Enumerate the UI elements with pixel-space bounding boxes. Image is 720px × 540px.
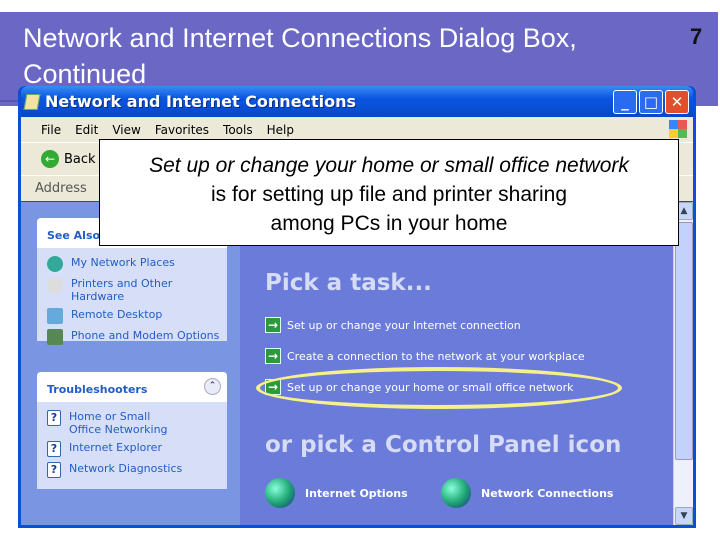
link-label: Home or Small Office Networking [69, 410, 168, 436]
network-globe-icon [47, 256, 63, 272]
task-label: Create a connection to the network at yo… [287, 349, 585, 363]
link-label: Internet Explorer [69, 441, 162, 454]
link-network-diagnostics[interactable]: ? Network Diagnostics [37, 462, 227, 478]
green-arrow-icon: → [265, 348, 281, 364]
link-my-network-places[interactable]: My Network Places [37, 256, 227, 272]
help-icon: ? [47, 410, 61, 426]
main-pane: Pick a task... → Set up or change your In… [265, 202, 665, 525]
task-workplace-connection[interactable]: → Create a connection to the network at y… [265, 348, 585, 364]
icon-label: Internet Options [305, 486, 408, 500]
link-label: My Network Places [71, 256, 175, 269]
callout-line-2: is for setting up file and printer shari… [210, 183, 568, 206]
link-internet-explorer[interactable]: ? Internet Explorer [37, 441, 227, 457]
vertical-scrollbar[interactable]: ▲ ▼ [673, 202, 693, 525]
task-label: Set up or change your Internet connectio… [287, 318, 521, 332]
help-icon: ? [47, 441, 61, 457]
internet-options-icon [265, 478, 295, 508]
callout-line-1: Set up or change your home or small offi… [149, 154, 629, 177]
link-home-networking[interactable]: ? Home or Small Office Networking [37, 410, 227, 436]
troubleshooters-box: Troubleshooters ⌃ ? Home or Small Office … [37, 372, 227, 489]
link-label: Phone and Modem Options [71, 329, 220, 342]
icon-network-connections[interactable]: Network Connections [441, 478, 613, 508]
scroll-thumb[interactable] [675, 222, 693, 460]
callout-line-3: among PCs in your home [270, 212, 508, 235]
icon-label: Network Connections [481, 486, 614, 500]
content-area: See Also My Network Places Printers and … [21, 202, 693, 525]
pick-icon-heading: or pick a Control Panel icon [265, 432, 622, 458]
pick-task-heading: Pick a task... [265, 270, 432, 296]
page-number: 7 [690, 24, 703, 49]
link-label: Network Diagnostics [69, 462, 183, 475]
help-icon: ? [47, 462, 61, 478]
link-label: Remote Desktop [71, 308, 163, 321]
printer-icon [47, 277, 63, 293]
troubleshooters-title: Troubleshooters [37, 372, 227, 402]
callout-box: Set up or change your home or small offi… [99, 139, 679, 246]
slide-title: Network and Internet Connections Dialog … [23, 23, 577, 89]
green-arrow-icon: → [265, 317, 281, 333]
highlight-ellipse [256, 367, 622, 409]
icon-internet-options[interactable]: Internet Options [265, 478, 408, 508]
network-connections-icon [441, 478, 471, 508]
scroll-down-button[interactable]: ▼ [675, 507, 693, 525]
link-remote-desktop[interactable]: Remote Desktop [37, 308, 227, 324]
link-phone-modem[interactable]: Phone and Modem Options [37, 329, 227, 345]
link-label: Printers and Other Hardware [71, 277, 173, 303]
phone-icon [47, 329, 63, 345]
collapse-chevron-icon[interactable]: ⌃ [204, 378, 221, 395]
remote-desktop-icon [47, 308, 63, 324]
link-printers[interactable]: Printers and Other Hardware [37, 277, 227, 303]
task-internet-connection[interactable]: → Set up or change your Internet connecti… [265, 317, 521, 333]
left-pane: See Also My Network Places Printers and … [21, 202, 240, 525]
